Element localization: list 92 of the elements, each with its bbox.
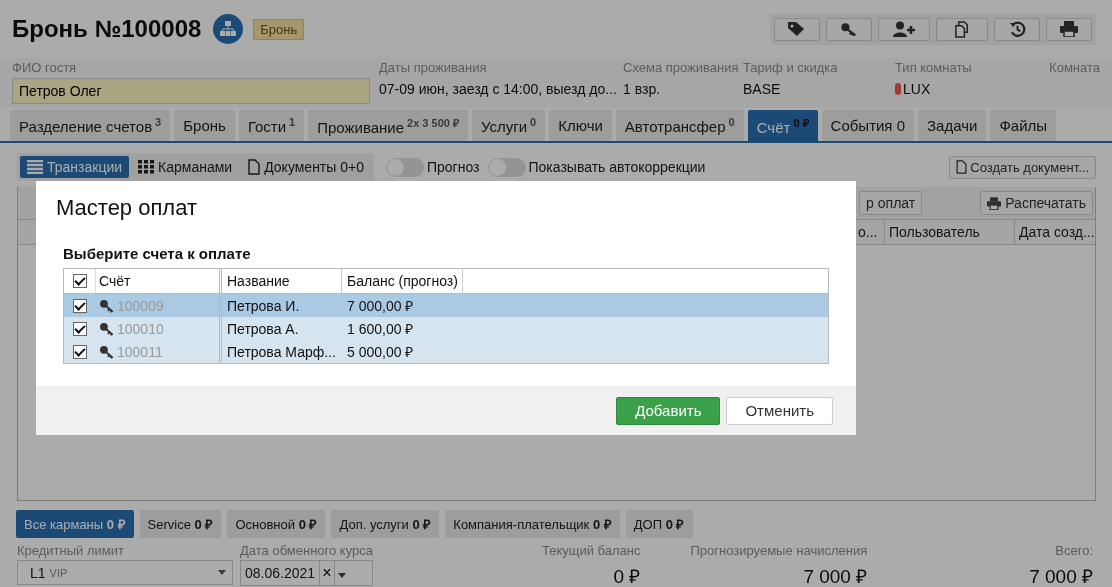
key-icon [840, 21, 858, 37]
table-cell: 100009 [117, 297, 164, 314]
table-cell-text: 7 000,00 ₽ [346, 297, 415, 316]
credit-limit-dropdown[interactable]: L1 VIP [17, 560, 233, 585]
row-checkbox[interactable] [72, 344, 87, 359]
tab[interactable]: Файлы [990, 110, 1057, 141]
key-icon [99, 321, 115, 336]
hierarchy-icon[interactable] [213, 14, 244, 44]
field-value: LUX [903, 81, 931, 97]
pocket-tab[interactable]: Доп. услуги 0 ₽ [331, 510, 440, 538]
payment-wizard-button[interactable]: р оплат [859, 191, 923, 215]
add-person-button[interactable] [878, 17, 930, 41]
copy-icon [953, 20, 971, 38]
column-header[interactable]: Дата созд... [1014, 220, 1095, 244]
document-icon [248, 159, 261, 175]
view-mode-button[interactable]: Карманами [131, 156, 240, 178]
field-value: 07-09 июн, заезд с 14:00, выезд до... [379, 81, 618, 97]
column-header[interactable]: Баланс (прогноз) [342, 269, 463, 293]
document-icon [956, 160, 968, 174]
booking-title: Бронь №100008 [12, 15, 202, 43]
status-badge: Бронь [253, 18, 305, 40]
view-mode-button[interactable]: Транзакции [20, 156, 130, 178]
toggle-label: Прогноз [427, 159, 480, 175]
column-header[interactable]: Пользователь [884, 220, 1014, 244]
dropdown-button[interactable] [334, 561, 348, 585]
field-label: Тариф и скидка [743, 60, 839, 75]
tab[interactable]: События 0 [821, 110, 914, 141]
pocket-tab[interactable]: Все карманы 0 ₽ [16, 510, 134, 538]
pocket-tab[interactable]: Service 0 ₽ [139, 510, 222, 538]
total-value: 0 ₽ [613, 565, 641, 587]
tab[interactable]: Гости $^{1}$ [238, 110, 305, 141]
view-mode-button[interactable]: Документы 0+0 [241, 156, 371, 178]
row-checkbox[interactable] [72, 321, 87, 336]
table-cell: 100011 [117, 343, 163, 360]
pocket-tab[interactable]: Основной 0 ₽ [227, 510, 326, 538]
field-label: ФИО гостя [12, 60, 78, 75]
pocket-tab[interactable]: Компания-плательщик 0 ₽ [445, 510, 620, 538]
list-icon [27, 160, 43, 174]
add-person-icon [893, 21, 915, 37]
row-checkbox[interactable] [72, 298, 87, 313]
tab[interactable]: Задачи [918, 110, 987, 141]
total-value: 7 000 ₽ [803, 565, 868, 587]
field-label: Комната [1049, 60, 1100, 75]
key-icon [99, 344, 115, 359]
printer-icon [987, 196, 1002, 210]
total-label: Текущий баланс [541, 543, 641, 558]
table-cell-text: Петрова А. [226, 319, 300, 339]
caret-icon [337, 572, 346, 578]
table-cell: 100010 [117, 320, 164, 337]
copy-button[interactable] [936, 17, 988, 41]
select-all-checkbox[interactable] [72, 274, 87, 288]
table-cell-text: Петрова И. [226, 296, 301, 316]
dialog-subtitle: Выберите счета к оплате [63, 245, 252, 262]
clear-button[interactable]: × [319, 561, 334, 585]
tab[interactable]: Услуги $^{0}$ [471, 110, 546, 141]
grid-icon [138, 160, 155, 174]
total-label: Прогнозируемые начисления [690, 543, 868, 558]
tab[interactable]: Разделение счетов $^{3}$ [10, 110, 171, 141]
guest-name-field[interactable]: Петров Олег [12, 78, 370, 104]
tab[interactable]: Бронь [174, 110, 235, 141]
key-icon [99, 298, 115, 313]
table-cell-text: Петрова Марф... [226, 342, 337, 362]
field-value: 1 взр. [623, 81, 662, 97]
field-label: Схема проживания [623, 60, 740, 75]
date-field[interactable]: 08.06.2021 × [240, 560, 373, 586]
cancel-button[interactable]: Отменить [726, 396, 833, 425]
field-value: BASE [743, 81, 782, 97]
column-header[interactable]: Название [222, 269, 342, 293]
history-button[interactable] [994, 17, 1040, 41]
tab[interactable]: Ключи [549, 110, 612, 141]
table-cell-text: 1 600,00 ₽ [346, 320, 415, 339]
table-cell-text: 5 000,00 ₽ [346, 343, 415, 362]
printer-icon [1060, 21, 1078, 37]
toggle-label: Показывать автокоррекции [528, 159, 706, 175]
tag-icon [787, 21, 807, 37]
dialog-title: Мастер оплат [56, 195, 199, 221]
pocket-tab[interactable]: ДОП 0 ₽ [625, 510, 693, 538]
history-icon [1008, 20, 1026, 38]
caret-icon [218, 570, 226, 575]
field-label: Кредитный лимит [17, 543, 125, 558]
field-label: Даты проживания [379, 60, 488, 75]
print-button[interactable] [1046, 17, 1092, 41]
tab[interactable]: Счёт $^{0 ₽}$ [747, 110, 818, 141]
key-button[interactable] [826, 17, 872, 41]
field-label: Дата обменного курса [240, 543, 373, 558]
tags-button[interactable] [774, 17, 820, 41]
field-label: Тип комнаты [895, 60, 973, 75]
total-label: Всего: [1055, 543, 1093, 558]
tab[interactable]: Автотрансфер $^{0}$ [615, 110, 744, 141]
create-document-button[interactable]: Создать документ... [949, 155, 1096, 179]
total-value: 7 000 ₽ [1029, 565, 1093, 587]
print-button[interactable]: Распечатать [980, 191, 1093, 215]
